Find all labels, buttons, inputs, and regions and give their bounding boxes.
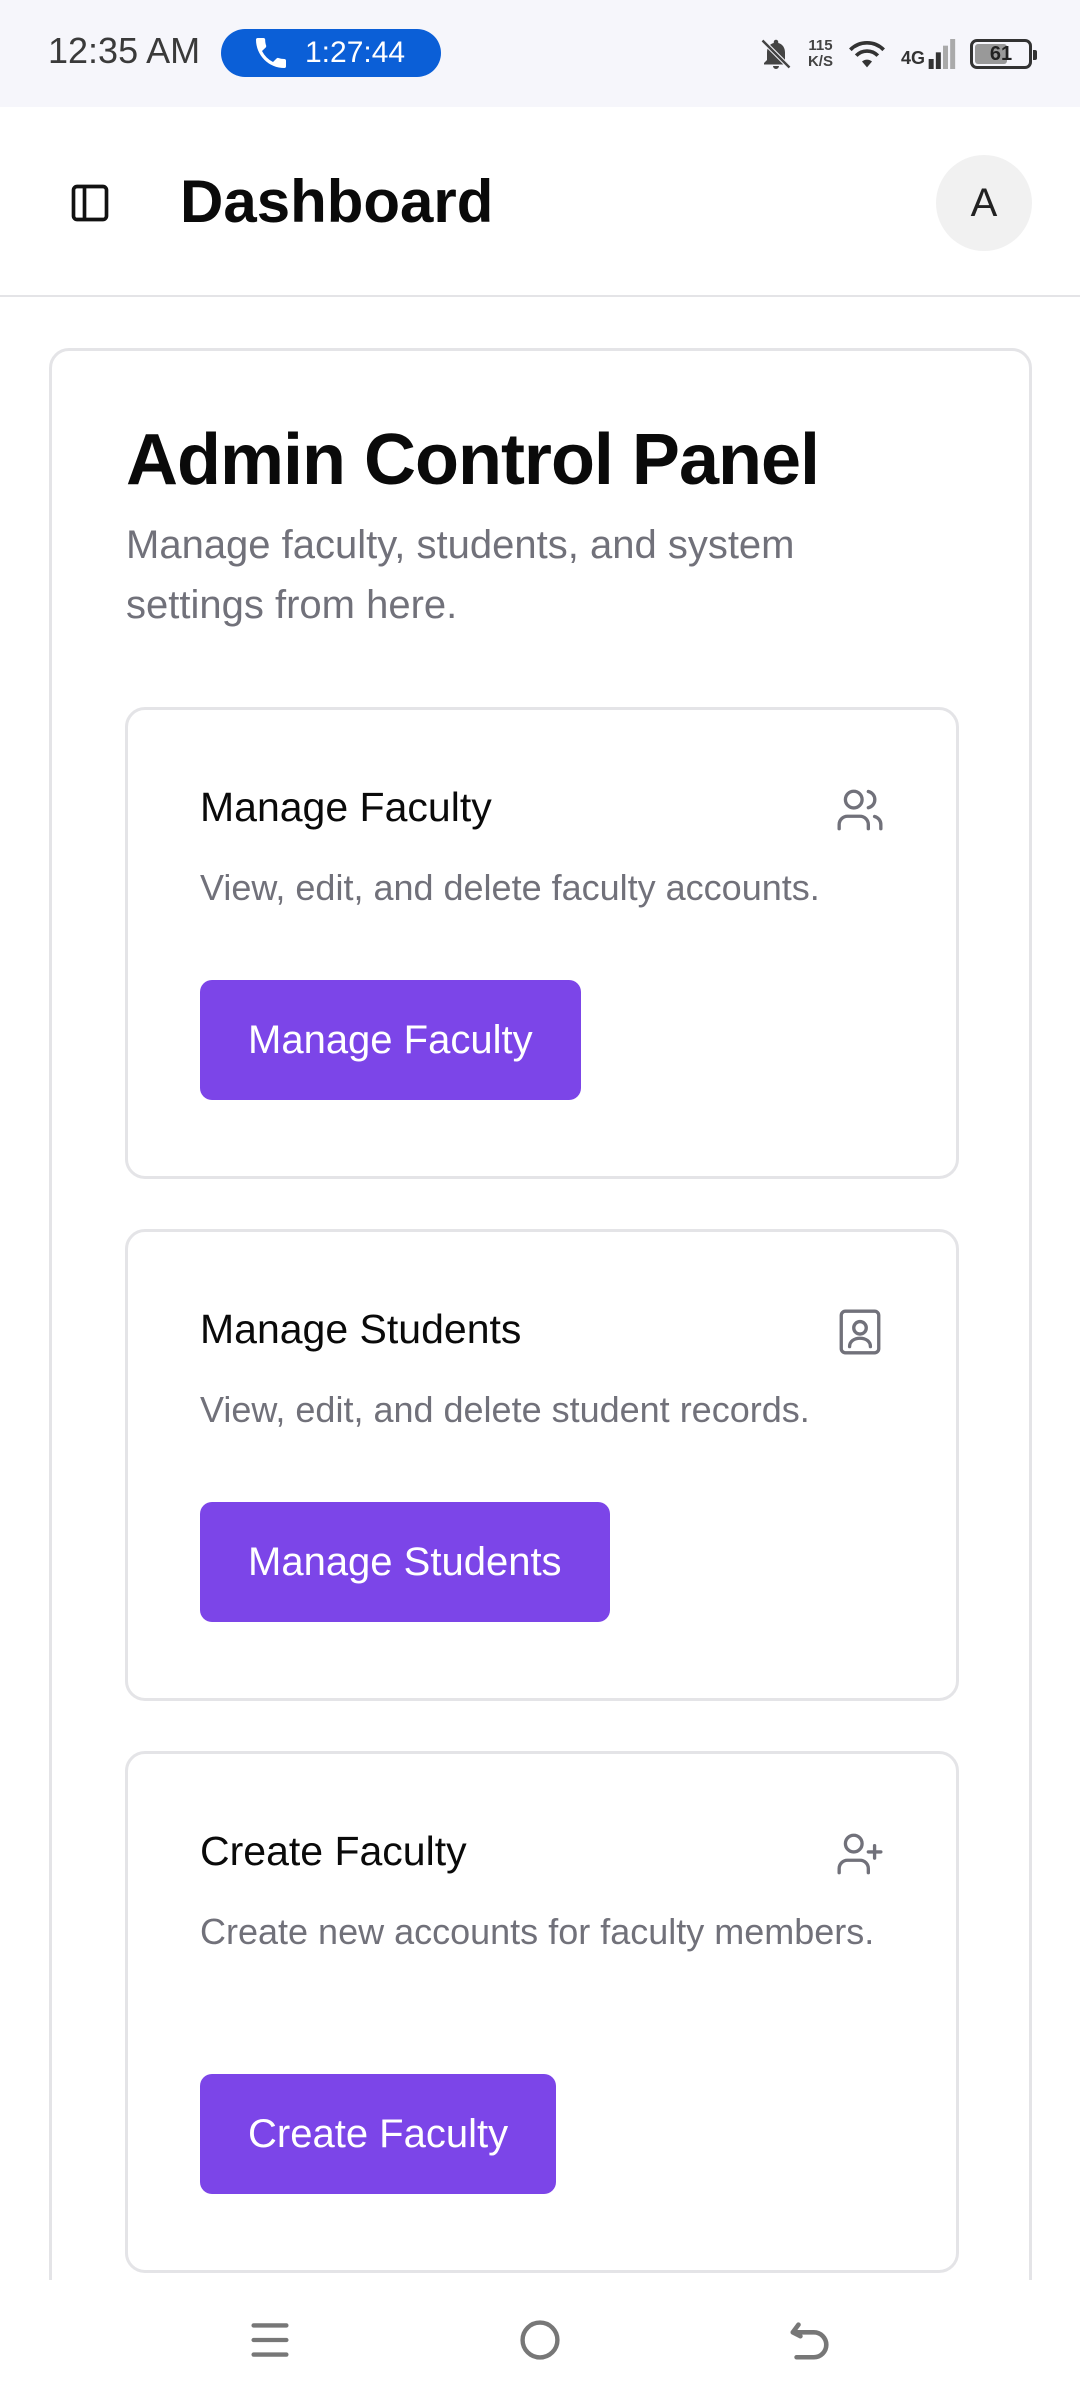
back-button[interactable] <box>780 2310 840 2370</box>
card-title: Manage Faculty <box>200 784 492 830</box>
wifi-icon <box>849 41 885 68</box>
menu-icon <box>251 2323 289 2357</box>
admin-control-panel-card: Admin Control Panel Manage faculty, stud… <box>49 348 1032 2400</box>
net-speed-value: 115 <box>808 37 833 54</box>
avatar-initial: A <box>970 180 998 225</box>
panel-left-icon <box>71 184 109 222</box>
net-speed: 115 K/S <box>808 38 833 70</box>
card-title: Manage Students <box>200 1306 522 1352</box>
card-description: View, edit, and delete faculty accounts. <box>200 867 820 908</box>
card-description: Create new accounts for faculty members. <box>200 1911 875 1952</box>
system-navigation-bar <box>0 2280 1080 2400</box>
page-title: Dashboard <box>180 168 494 235</box>
manage-faculty-button[interactable]: Manage Faculty <box>200 980 581 1100</box>
recent-apps-button[interactable] <box>240 2310 300 2370</box>
sidebar-toggle-button[interactable] <box>60 173 120 233</box>
users-icon <box>834 784 886 836</box>
panel-description: Manage faculty, students, and system set… <box>126 523 795 627</box>
manage-faculty-card: Manage Faculty View, edit, and delete fa… <box>125 707 959 1179</box>
status-time: 12:35 AM <box>48 30 201 71</box>
panel-title: Admin Control Panel <box>126 420 820 500</box>
create-faculty-button[interactable]: Create Faculty <box>200 2074 557 2194</box>
home-button[interactable] <box>510 2310 570 2370</box>
avatar[interactable]: A <box>936 155 1032 251</box>
battery-indicator: 61 <box>970 39 1037 69</box>
app-header: Dashboard A <box>0 107 1080 297</box>
network-type: 4G <box>900 48 925 68</box>
status-bar: 12:35 AM 1:27:44 115 K/S 4G 61 <box>0 0 1080 107</box>
bell-muted-icon <box>760 38 792 70</box>
contact-book-icon <box>834 1306 886 1358</box>
battery-level: 61 <box>989 43 1013 65</box>
user-plus-icon <box>834 1828 886 1880</box>
create-faculty-card: Create Faculty Create new accounts for f… <box>125 1751 959 2273</box>
cell-signal: 4G <box>901 39 956 69</box>
phone-icon <box>256 38 286 68</box>
back-icon <box>790 2322 829 2360</box>
ongoing-call-pill[interactable]: 1:27:44 <box>221 29 441 77</box>
home-circle-icon <box>520 2320 560 2360</box>
signal-bars-icon <box>928 39 956 69</box>
call-timer: 1:27:44 <box>305 36 406 69</box>
manage-students-card: Manage Students View, edit, and delete s… <box>125 1229 959 1701</box>
status-icons: 115 K/S 4G 61 <box>758 30 1037 78</box>
manage-students-button[interactable]: Manage Students <box>200 1502 610 1622</box>
card-description: View, edit, and delete student records. <box>200 1389 810 1430</box>
net-speed-unit: K/S <box>807 53 833 70</box>
card-title: Create Faculty <box>200 1828 467 1874</box>
